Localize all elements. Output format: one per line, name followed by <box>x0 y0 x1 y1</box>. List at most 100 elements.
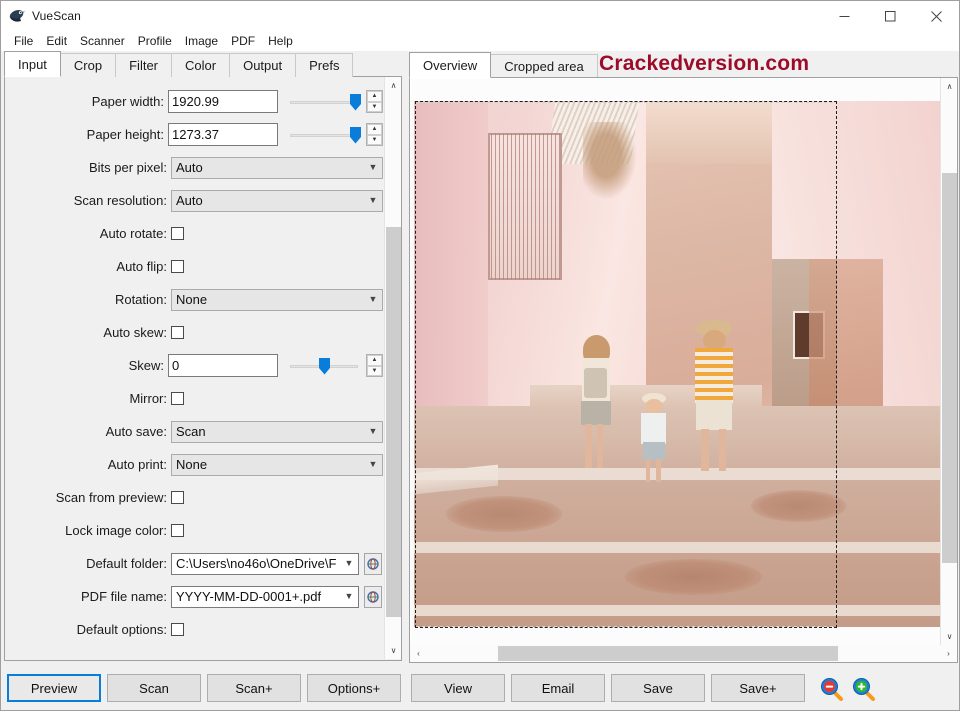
bits-per-pixel-select[interactable]: Auto ▼ <box>171 156 383 179</box>
title-bar: VueScan <box>1 1 959 31</box>
row-paper-height: Paper height: ▲ ▼ <box>5 118 383 151</box>
tab-input[interactable]: Input <box>4 51 61 77</box>
slider-thumb[interactable] <box>350 93 361 111</box>
save-plus-button[interactable]: Save+ <box>711 674 805 702</box>
minimize-button[interactable] <box>821 1 867 31</box>
view-button[interactable]: View <box>411 674 505 702</box>
default-folder-select[interactable]: C:\Users\no46o\OneDrive\F ▼ <box>171 552 359 575</box>
spinner-down-icon[interactable]: ▼ <box>367 365 382 376</box>
scrollbar-thumb[interactable] <box>942 173 957 563</box>
lock-image-color-checkbox[interactable] <box>171 524 184 537</box>
photo-puddle <box>624 558 762 596</box>
preview-image-container[interactable]: ∧ ∨ ‹ › <box>409 77 958 663</box>
tab-cropped-area[interactable]: Cropped area <box>490 54 598 78</box>
mirror-checkbox[interactable] <box>171 392 184 405</box>
window-controls <box>821 1 959 31</box>
zoom-in-magnifier-icon[interactable] <box>851 676 877 702</box>
tab-filter[interactable]: Filter <box>115 53 172 77</box>
paper-height-spinner[interactable]: ▲ ▼ <box>366 123 383 146</box>
preview-button[interactable]: Preview <box>7 674 101 702</box>
auto-flip-checkbox[interactable] <box>171 260 184 273</box>
paper-width-input[interactable] <box>168 90 278 113</box>
menu-image[interactable]: Image <box>179 32 225 50</box>
scroll-down-arrow-icon[interactable]: ∨ <box>941 628 957 645</box>
auto-rotate-checkbox[interactable] <box>171 227 184 240</box>
photo-paving-seam <box>414 604 941 617</box>
row-default-folder: Default folder: C:\Users\no46o\OneDrive\… <box>5 547 383 580</box>
vuescan-icon <box>8 7 26 25</box>
maximize-button[interactable] <box>867 1 913 31</box>
paper-width-slider[interactable] <box>290 91 361 113</box>
pdf-file-name-select[interactable]: YYYY-MM-DD-0001+.pdf ▼ <box>171 585 359 608</box>
scan-from-preview-checkbox[interactable] <box>171 491 184 504</box>
menu-file[interactable]: File <box>8 32 40 50</box>
tab-output[interactable]: Output <box>229 53 297 77</box>
row-mirror: Mirror: <box>5 382 383 415</box>
scroll-right-arrow-icon[interactable]: › <box>940 645 957 662</box>
rotation-value: None <box>176 292 208 307</box>
settings-vertical-scrollbar[interactable]: ∧ ∨ <box>384 77 401 659</box>
menu-pdf[interactable]: PDF <box>225 32 262 50</box>
tab-overview[interactable]: Overview <box>409 52 492 78</box>
skew-input[interactable] <box>168 354 278 377</box>
tab-crop[interactable]: Crop <box>59 53 117 77</box>
paper-height-input[interactable] <box>168 123 278 146</box>
menu-bar: File Edit Scanner Profile Image PDF Help <box>1 31 959 51</box>
label-auto-skew: Auto skew: <box>103 325 167 340</box>
chevron-down-icon: ▼ <box>368 426 378 436</box>
spinner-down-icon[interactable]: ▼ <box>367 134 382 145</box>
chevron-down-icon: ▼ <box>368 294 378 304</box>
preview-canvas[interactable] <box>411 79 941 646</box>
scrollbar-thumb[interactable] <box>386 227 401 617</box>
spinner-up-icon[interactable]: ▲ <box>367 355 382 366</box>
scroll-up-arrow-icon[interactable]: ∧ <box>941 78 957 95</box>
paper-width-spinner[interactable]: ▲ ▼ <box>366 90 383 113</box>
rotation-select[interactable]: None ▼ <box>171 288 383 311</box>
settings-tab-strip: Input Crop Filter Color Output Prefs <box>4 51 402 77</box>
skew-spinner[interactable]: ▲ ▼ <box>366 354 383 377</box>
slider-thumb[interactable] <box>350 126 361 144</box>
save-button[interactable]: Save <box>611 674 705 702</box>
default-options-checkbox[interactable] <box>171 623 184 636</box>
scrollbar-thumb[interactable] <box>498 646 838 661</box>
scan-resolution-select[interactable]: Auto ▼ <box>171 189 383 212</box>
auto-save-value: Scan <box>176 424 206 439</box>
scroll-down-arrow-icon[interactable]: ∨ <box>385 642 401 659</box>
skew-slider[interactable] <box>290 355 358 377</box>
menu-help[interactable]: Help <box>262 32 300 50</box>
close-button[interactable] <box>913 1 959 31</box>
spinner-up-icon[interactable]: ▲ <box>367 91 382 102</box>
auto-skew-checkbox[interactable] <box>171 326 184 339</box>
slider-track <box>290 100 358 104</box>
auto-print-select[interactable]: None ▼ <box>171 453 383 476</box>
label-default-folder: Default folder: <box>86 556 167 571</box>
chevron-down-icon: ▼ <box>344 591 354 601</box>
scroll-left-arrow-icon[interactable]: ‹ <box>410 645 427 662</box>
scan-plus-button[interactable]: Scan+ <box>207 674 301 702</box>
scroll-up-arrow-icon[interactable]: ∧ <box>385 77 401 94</box>
preview-vertical-scrollbar[interactable]: ∧ ∨ <box>940 78 957 645</box>
tab-prefs[interactable]: Prefs <box>295 53 354 77</box>
preview-horizontal-scrollbar[interactable]: ‹ › <box>410 645 957 662</box>
spinner-down-icon[interactable]: ▼ <box>367 101 382 112</box>
photo-person-man <box>688 320 741 475</box>
paper-height-slider[interactable] <box>290 124 361 146</box>
row-auto-rotate: Auto rotate: <box>5 217 383 250</box>
spinner-up-icon[interactable]: ▲ <box>367 124 382 135</box>
scan-button[interactable]: Scan <box>107 674 201 702</box>
email-button[interactable]: Email <box>511 674 605 702</box>
auto-save-select[interactable]: Scan ▼ <box>171 420 383 443</box>
pdf-file-name-browse-globe-icon[interactable] <box>364 585 382 608</box>
input-settings-scroll-area: Paper width: ▲ ▼ <box>5 77 383 659</box>
menu-scanner[interactable]: Scanner <box>74 32 132 50</box>
zoom-out-magnifier-icon[interactable] <box>819 676 845 702</box>
menu-profile[interactable]: Profile <box>132 32 179 50</box>
row-auto-print: Auto print: None ▼ <box>5 448 383 481</box>
photo-dried-vine <box>582 122 641 207</box>
slider-thumb[interactable] <box>319 357 330 375</box>
tab-color[interactable]: Color <box>171 53 231 77</box>
default-folder-browse-globe-icon[interactable] <box>364 552 382 575</box>
options-plus-button[interactable]: Options+ <box>307 674 401 702</box>
menu-edit[interactable]: Edit <box>40 32 74 50</box>
input-settings-panel: Paper width: ▲ ▼ <box>4 77 402 661</box>
